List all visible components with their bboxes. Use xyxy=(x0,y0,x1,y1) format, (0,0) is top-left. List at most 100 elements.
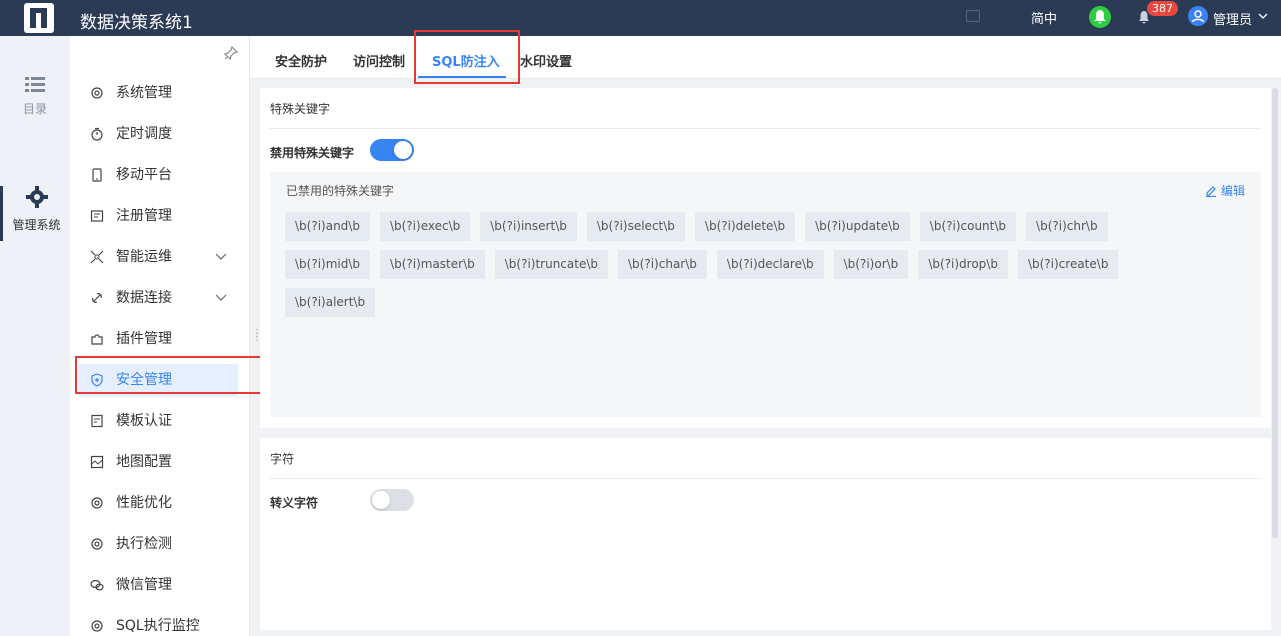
sidebar-item-label: 地图配置 xyxy=(116,454,172,470)
sidebar-item-label: 执行检测 xyxy=(116,536,172,552)
sidebar-item[interactable]: 性能优化 xyxy=(78,487,238,519)
chevron-down-icon[interactable] xyxy=(215,253,227,260)
plugin-icon xyxy=(91,334,103,345)
keyword-chip: \b(?i)delete\b xyxy=(694,212,796,241)
characters-panel: 字符 转义字符 xyxy=(260,438,1271,630)
sidebar-item-label: 定时调度 xyxy=(116,126,172,142)
timer-icon xyxy=(91,127,103,141)
gear-icon xyxy=(91,538,103,550)
sidebar-item[interactable]: 定时调度 xyxy=(78,118,238,150)
sidebar-item-label: 插件管理 xyxy=(116,331,172,347)
section-title: 字符 xyxy=(270,452,295,466)
sidebar-item[interactable]: 模板认证 xyxy=(78,405,238,437)
sidebar-item-label: 系统管理 xyxy=(116,85,172,101)
tab-access-control[interactable]: 访问控制 xyxy=(353,51,405,70)
keyword-chip: \b(?i)mid\b xyxy=(285,250,371,279)
rail-item-management[interactable]: 管理系统 xyxy=(0,186,70,241)
chevron-down-icon[interactable] xyxy=(215,294,227,301)
keyword-chip: \b(?i)or\b xyxy=(833,250,909,279)
rail-label: 目录 xyxy=(22,102,47,116)
sidebar-item-label: 性能优化 xyxy=(116,495,172,511)
keyword-chip: \b(?i)count\b xyxy=(919,212,1017,241)
rail-item-directory[interactable]: 目录 xyxy=(0,76,70,117)
scrollbar[interactable] xyxy=(1272,88,1278,538)
nav-rail: 目录 管理系统 xyxy=(0,36,70,636)
monitor-icon[interactable] xyxy=(966,10,980,22)
keyword-chip: \b(?i)char\b xyxy=(618,250,707,279)
keyword-chip: \b(?i)master\b xyxy=(380,250,485,279)
section-title: 特殊关键字 xyxy=(270,102,331,116)
sidebar-item-label: SQL执行监控 xyxy=(116,618,200,634)
top-bar: 数据决策系统1 简中 387 管理员 xyxy=(0,0,1281,36)
keyword-chip: \b(?i)and\b xyxy=(285,212,370,241)
toggle-label: 禁用特殊关键字 xyxy=(270,146,355,160)
divider xyxy=(270,128,1261,129)
sidebar-item[interactable]: 智能运维 xyxy=(78,241,238,273)
edit-button[interactable]: 编辑 xyxy=(1205,182,1245,199)
chevron-down-icon[interactable] xyxy=(1258,13,1268,19)
tab-security-protection[interactable]: 安全防护 xyxy=(275,51,327,70)
register-icon xyxy=(90,210,104,222)
highlight-sql-tab xyxy=(414,30,520,84)
divider xyxy=(270,478,1261,479)
gear-icon xyxy=(91,620,103,632)
keyword-chip: \b(?i)insert\b xyxy=(480,212,577,241)
tab-bar: 安全防护 访问控制 SQL防注入 水印设置 xyxy=(250,36,1281,79)
username[interactable]: 管理员 xyxy=(1213,9,1252,28)
list-icon xyxy=(25,77,45,92)
wechat-icon xyxy=(90,579,104,591)
app-title: 数据决策系统1 xyxy=(80,13,193,33)
language-switch[interactable]: 简中 xyxy=(1031,8,1057,27)
edit-icon xyxy=(1205,186,1216,198)
sidebar-item[interactable]: 地图配置 xyxy=(78,446,238,478)
keyword-chip: \b(?i)chr\b xyxy=(1026,212,1108,241)
toggle-knob xyxy=(394,141,412,159)
rail-label: 管理系统 xyxy=(12,218,61,232)
escape-characters-toggle[interactable] xyxy=(370,489,414,511)
toggle-knob xyxy=(372,491,390,509)
map-icon xyxy=(90,455,104,469)
keyword-chip: \b(?i)alert\b xyxy=(285,288,376,317)
ops-icon xyxy=(90,250,104,264)
notification-badge: 387 xyxy=(1147,1,1178,16)
user-avatar-icon[interactable] xyxy=(1188,6,1208,26)
pin-icon[interactable] xyxy=(224,46,238,60)
sidebar-item-label: 微信管理 xyxy=(116,577,172,593)
gear-icon xyxy=(91,87,103,99)
keyword-chip: \b(?i)truncate\b xyxy=(494,250,609,279)
keyword-chip: \b(?i)drop\b xyxy=(918,250,1008,279)
sidebar-item-label: 数据连接 xyxy=(116,290,172,306)
sidebar-item[interactable]: 执行检测 xyxy=(78,528,238,560)
toggle-label: 转义字符 xyxy=(270,496,319,510)
alert-bell-icon[interactable] xyxy=(1089,6,1111,28)
sidebar-item-label: 智能运维 xyxy=(116,249,172,265)
keyword-chip: \b(?i)update\b xyxy=(805,212,910,241)
disable-keywords-toggle[interactable] xyxy=(370,139,414,161)
sidebar-item-label: 移动平台 xyxy=(116,167,172,183)
keyword-list: \b(?i)and\b \b(?i)exec\b \b(?i)insert\b \b(… xyxy=(285,212,1165,326)
gear-icon xyxy=(25,186,48,208)
template-icon xyxy=(91,414,103,428)
sidebar-item[interactable]: 数据连接 xyxy=(78,282,238,314)
highlight-security-management xyxy=(75,356,263,394)
sidebar-item[interactable]: 插件管理 xyxy=(78,323,238,355)
sidebar-item-label: 模板认证 xyxy=(116,413,172,429)
sidebar-item[interactable]: SQL执行监控 xyxy=(78,610,238,636)
tab-watermark[interactable]: 水印设置 xyxy=(520,51,572,70)
box-title: 已禁用的特殊关键字 xyxy=(286,184,395,198)
mobile-icon xyxy=(92,168,102,182)
edit-label: 编辑 xyxy=(1220,184,1245,198)
app-logo[interactable] xyxy=(24,3,54,33)
sidebar-item[interactable]: 移动平台 xyxy=(78,159,238,191)
keyword-chip: \b(?i)declare\b xyxy=(716,250,824,279)
disabled-keywords-box: 已禁用的特殊关键字 编辑 \b(?i)and\b \b(?i)exec\b \b(?… xyxy=(270,172,1261,417)
keyword-chip: \b(?i)select\b xyxy=(586,212,685,241)
keyword-chip: \b(?i)exec\b xyxy=(379,212,471,241)
link-icon xyxy=(92,293,102,303)
keyword-chip: \b(?i)create\b xyxy=(1017,250,1119,279)
sidebar-item[interactable]: 注册管理 xyxy=(78,200,238,232)
gear-icon xyxy=(91,497,103,509)
sidebar-item-label: 注册管理 xyxy=(116,208,172,224)
sidebar-item[interactable]: 微信管理 xyxy=(78,569,238,601)
sidebar-item[interactable]: 系统管理 xyxy=(78,77,238,109)
